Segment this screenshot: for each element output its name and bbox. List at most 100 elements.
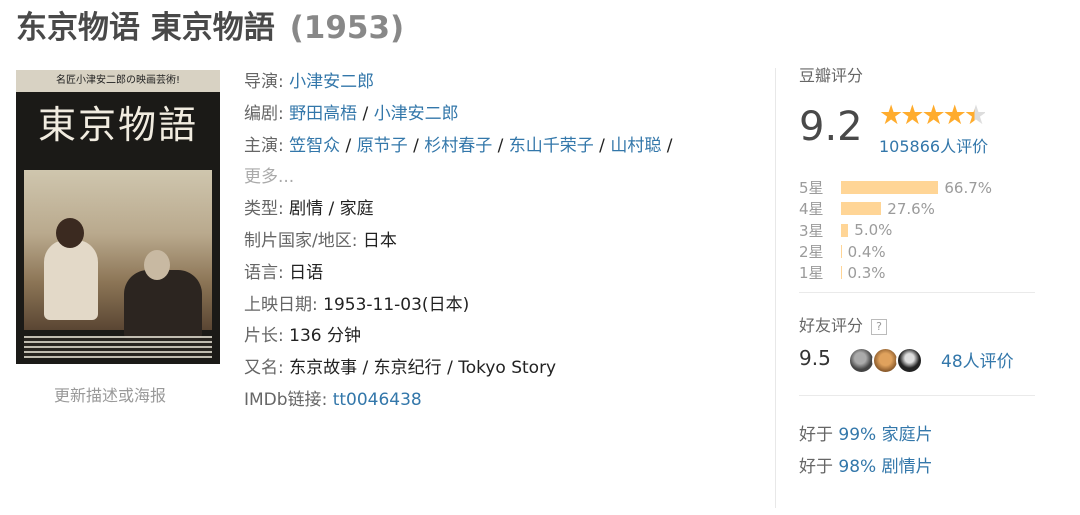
movie-name: 东京物语 東京物語 bbox=[16, 10, 275, 46]
update-description-link[interactable]: 更新描述或海报 bbox=[54, 382, 166, 406]
director-label: 导演 bbox=[244, 72, 278, 92]
genre-value: 剧情 / 家庭 bbox=[289, 199, 374, 220]
better-than-row: 好于 98% 剧情片 bbox=[799, 452, 933, 477]
friend-rating-label-text: 好友评分 bbox=[799, 316, 864, 335]
release-label: 上映日期 bbox=[244, 294, 312, 315]
movie-year: (1953) bbox=[289, 10, 405, 46]
country-value: 日本 bbox=[362, 230, 397, 251]
distribution-star-label: 4星 bbox=[799, 200, 824, 219]
release-value: 1953-11-03(日本) bbox=[323, 294, 470, 315]
runtime-row: 片长: 136 分钟 bbox=[244, 326, 361, 347]
imdb-row: IMDb链接: tt0046438 bbox=[244, 389, 422, 410]
poster-figure-man-head bbox=[144, 250, 170, 280]
friend-avatars bbox=[848, 347, 923, 374]
distribution-bar bbox=[841, 245, 842, 259]
friend-score: 9.5 bbox=[799, 346, 831, 370]
poster-figure-woman bbox=[44, 240, 98, 320]
rating-distribution-row: 2星 0.4% bbox=[799, 241, 1039, 262]
cast-link[interactable]: 东山千荣子 bbox=[509, 136, 594, 156]
panel-divider bbox=[799, 292, 1035, 293]
distribution-bar bbox=[841, 223, 849, 237]
vertical-divider bbox=[775, 68, 776, 508]
cast-link[interactable]: 杉村春子 bbox=[424, 136, 492, 156]
cast-link[interactable]: 笠智众 bbox=[289, 136, 340, 156]
better-than-genre[interactable]: 剧情片 bbox=[882, 457, 933, 477]
distribution-percent: 27.6% bbox=[887, 199, 935, 218]
friend-count-link[interactable]: 48人评价 bbox=[941, 347, 1014, 372]
poster-figure-woman-head bbox=[56, 218, 84, 248]
rating-count-link[interactable]: 105866人评价 bbox=[879, 133, 988, 157]
avatar[interactable] bbox=[848, 347, 875, 374]
avatar[interactable] bbox=[896, 347, 923, 374]
director-link[interactable]: 小津安二郎 bbox=[289, 72, 374, 92]
aka-row: 又名: 东京故事 / 东京纪行 / Tokyo Story bbox=[244, 358, 557, 379]
genre-row: 类型: 剧情 / 家庭 bbox=[244, 199, 374, 220]
distribution-star-label: 3星 bbox=[799, 221, 824, 240]
poster-credits bbox=[24, 336, 212, 358]
poster-banner: 名匠小津安二郎の映画芸術! bbox=[16, 70, 220, 92]
avatar[interactable] bbox=[872, 347, 899, 374]
distribution-bar bbox=[841, 181, 939, 195]
movie-info: 导演: 小津安二郎 编剧: 野田高梧 / 小津安二郎 主演: 笠智众 / 原节子… bbox=[244, 67, 744, 417]
director-row: 导演: 小津安二郎 bbox=[244, 72, 375, 92]
country-label: 制片国家/地区 bbox=[244, 230, 352, 251]
writer-link[interactable]: 小津安二郎 bbox=[374, 104, 459, 124]
cast-more-link[interactable]: 更多... bbox=[244, 167, 294, 187]
star-icon: ★ bbox=[879, 100, 903, 131]
rating-distribution: 5星 66.7% 4星 27.6% 3星 5.0% 2星 0.4% 1星 0.3% bbox=[799, 177, 1039, 283]
cast-link[interactable]: 山村聪 bbox=[610, 136, 661, 156]
rating-distribution-row: 1星 0.3% bbox=[799, 262, 1039, 283]
distribution-star-label: 1星 bbox=[799, 264, 824, 283]
language-value: 日语 bbox=[289, 262, 324, 283]
cast-label: 主演 bbox=[244, 135, 278, 156]
friend-rating-label: 好友评分? bbox=[799, 312, 888, 336]
star-icon: ★ bbox=[921, 100, 945, 131]
distribution-percent: 5.0% bbox=[854, 221, 893, 240]
panel-divider bbox=[799, 395, 1035, 396]
release-row: 上映日期: 1953-11-03(日本) bbox=[244, 294, 470, 315]
better-than-genre[interactable]: 家庭片 bbox=[882, 425, 933, 445]
rating-label: 豆瓣评分 bbox=[799, 66, 864, 85]
rating-distribution-row: 3星 5.0% bbox=[799, 220, 1039, 241]
runtime-value: 136 分钟 bbox=[289, 326, 361, 347]
better-than-prefix: 好于 bbox=[799, 425, 833, 445]
aka-label: 又名 bbox=[244, 358, 278, 379]
writer-label: 编剧 bbox=[244, 103, 278, 124]
poster-figure-man bbox=[124, 270, 202, 340]
help-icon[interactable]: ? bbox=[871, 319, 888, 335]
distribution-percent: 66.7% bbox=[944, 178, 993, 197]
star-icon: ★ bbox=[900, 100, 924, 131]
writer-link[interactable]: 野田高梧 bbox=[289, 104, 357, 124]
cast-row: 主演: 笠智众 / 原节子 / 杉村春子 / 东山千荣子 / 山村聪 / bbox=[244, 135, 673, 156]
better-than-row: 好于 99% 家庭片 bbox=[799, 420, 933, 445]
rating-distribution-row: 4星 27.6% bbox=[799, 198, 1039, 219]
star-icon: ★ bbox=[942, 100, 967, 131]
distribution-star-label: 2星 bbox=[799, 243, 824, 262]
language-label: 语言 bbox=[244, 262, 278, 283]
movie-poster[interactable]: 名匠小津安二郎の映画芸術! 東京物語 bbox=[16, 70, 220, 364]
rating-score: 9.2 bbox=[799, 104, 863, 150]
better-than-percent[interactable]: 99% bbox=[838, 425, 876, 445]
cast-link[interactable]: 原节子 bbox=[357, 136, 408, 156]
runtime-label: 片长 bbox=[244, 326, 278, 347]
imdb-link[interactable]: tt0046438 bbox=[333, 390, 422, 410]
distribution-bar bbox=[841, 202, 882, 216]
cast-more-row: 更多... bbox=[244, 162, 744, 194]
rating-stars: ★★★★★ bbox=[879, 100, 988, 131]
poster-title: 東京物語 bbox=[37, 103, 198, 147]
rating-distribution-row: 5星 66.7% bbox=[799, 177, 1039, 198]
language-row: 语言: 日语 bbox=[244, 262, 324, 283]
distribution-star-label: 5星 bbox=[799, 179, 824, 198]
better-than-prefix: 好于 bbox=[799, 457, 833, 477]
rating-panel: 豆瓣评分 9.2 ★★★★★ 105866人评价 5星 66.7% 4星 27.6% 3… bbox=[799, 62, 1039, 477]
movie-title: 东京物语 東京物語 (1953) bbox=[16, 2, 404, 47]
writer-row: 编剧: 野田高梧 / 小津安二郎 bbox=[244, 103, 459, 124]
imdb-label: IMDb链接 bbox=[244, 389, 322, 410]
star-icon: ★ bbox=[963, 100, 988, 131]
better-than-percent[interactable]: 98% bbox=[838, 457, 876, 477]
country-row: 制片国家/地区: 日本 bbox=[244, 230, 397, 251]
aka-value: 东京故事 / 东京纪行 / Tokyo Story bbox=[289, 358, 557, 379]
distribution-percent: 0.3% bbox=[847, 263, 886, 282]
genre-label: 类型 bbox=[244, 199, 278, 220]
distribution-percent: 0.4% bbox=[847, 242, 886, 261]
